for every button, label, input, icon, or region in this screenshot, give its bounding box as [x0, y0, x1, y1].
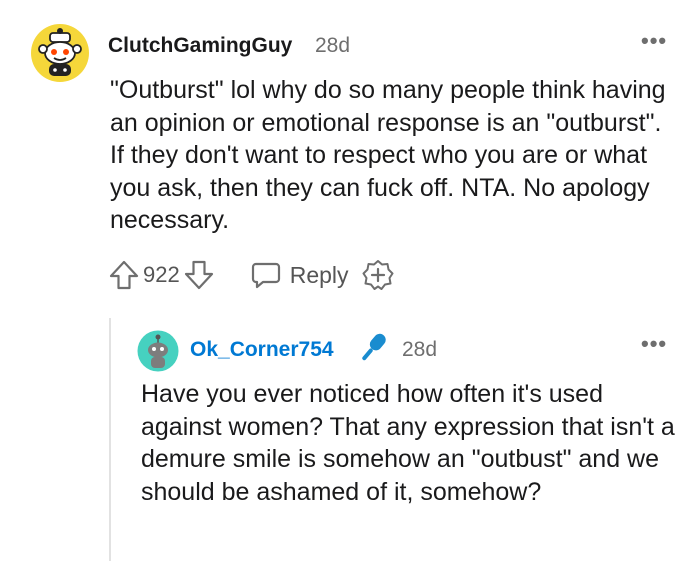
snoo-avatar-icon	[31, 24, 89, 82]
microphone-badge	[354, 329, 390, 369]
speech-bubble-icon	[251, 262, 280, 289]
more-options-icon[interactable]: •••	[641, 28, 667, 54]
thread-line[interactable]	[109, 318, 111, 561]
microphone-icon	[362, 333, 386, 361]
user-avatar[interactable]	[30, 23, 90, 83]
comment-username[interactable]: ClutchGamingGuy	[108, 34, 292, 58]
vote-score: 922	[143, 262, 180, 287]
more-options-icon[interactable]: •••	[641, 331, 667, 357]
downvote-arrow-icon[interactable]	[182, 258, 216, 292]
reply-user-avatar[interactable]	[137, 330, 179, 372]
comment-body: "Outburst" lol why do so many people thi…	[110, 76, 666, 234]
reply-timestamp: 28d	[402, 338, 438, 361]
snoo-avatar-icon	[137, 330, 179, 372]
reply-button[interactable]: Reply	[250, 259, 349, 291]
award-plus-icon[interactable]	[361, 258, 395, 292]
reply-username[interactable]: Ok_Corner754	[190, 338, 334, 362]
reply-body: Have you ever noticed how often it's use…	[141, 380, 675, 506]
upvote-arrow-icon[interactable]	[107, 258, 141, 292]
comment-actions: 922 Reply	[107, 258, 395, 292]
comment-timestamp: 28d	[315, 34, 351, 57]
reply-label: Reply	[289, 261, 349, 288]
